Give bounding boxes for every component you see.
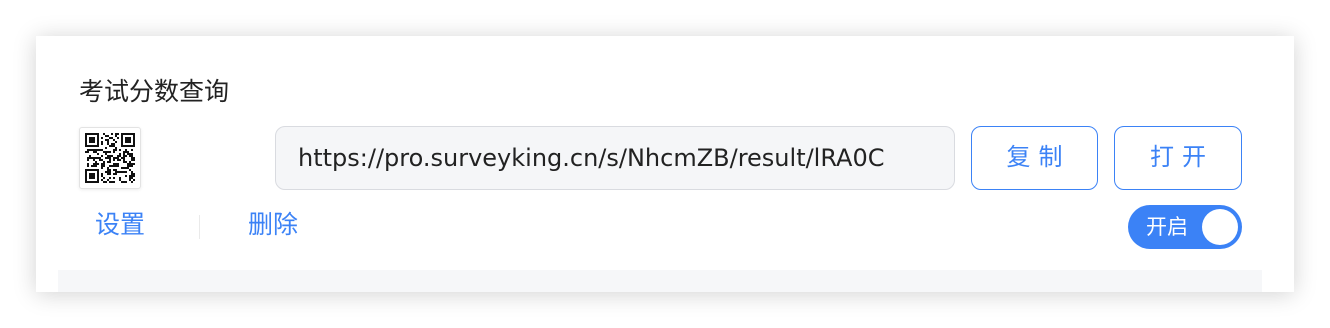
- card-footer: [58, 270, 1262, 292]
- url-field[interactable]: [275, 126, 955, 190]
- settings-link[interactable]: 设置: [95, 208, 145, 242]
- qr-code-icon[interactable]: [79, 127, 141, 189]
- open-button[interactable]: 打开: [1114, 126, 1242, 190]
- link-card: 考试分数查询 复制 打开 设置 删除 开启: [36, 36, 1294, 292]
- delete-link[interactable]: 删除: [248, 208, 298, 242]
- enable-toggle[interactable]: 开启: [1128, 205, 1242, 249]
- toggle-label: 开启: [1146, 215, 1188, 239]
- toggle-knob: [1202, 209, 1238, 245]
- url-input[interactable]: [276, 127, 954, 189]
- card-title: 考试分数查询: [79, 77, 230, 106]
- copy-button[interactable]: 复制: [971, 126, 1098, 190]
- action-divider: [199, 215, 200, 239]
